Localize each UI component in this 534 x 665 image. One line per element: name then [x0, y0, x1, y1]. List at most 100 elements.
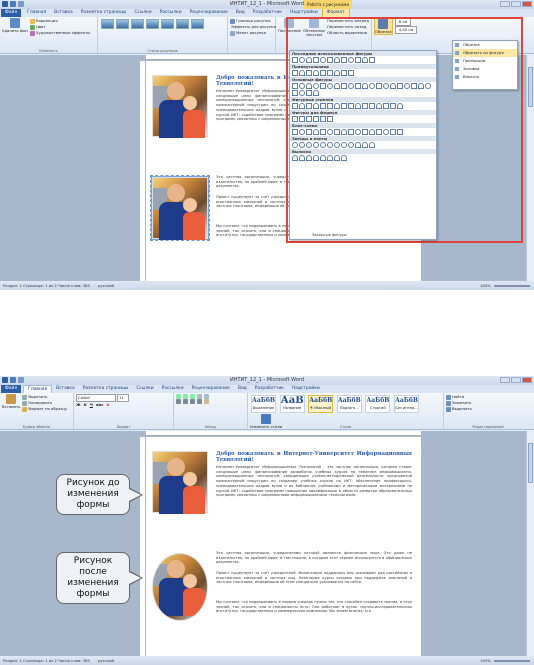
shape-item[interactable]	[306, 83, 312, 89]
shape-item[interactable]	[341, 142, 347, 148]
status-page-info[interactable]: Раздел: 1 Страница: 1 из 2 Число слов: 3…	[3, 281, 90, 290]
tab-home[interactable]: Главная	[23, 9, 50, 17]
shape-item[interactable]	[376, 103, 382, 109]
paragraph-3[interactable]: Проект существует за счет учредителей. Ф…	[216, 571, 412, 585]
shape-item[interactable]	[292, 103, 298, 109]
font-name-select[interactable]: Calibri	[76, 394, 116, 402]
shape-item[interactable]	[390, 129, 396, 135]
shape-item[interactable]	[299, 57, 305, 63]
shape-item[interactable]	[313, 90, 319, 96]
paragraph-2[interactable]: Эта частная организация, учредителями ко…	[216, 551, 412, 565]
style-thumb[interactable]	[101, 19, 114, 29]
tab-review[interactable]: Рецензирование	[186, 9, 232, 17]
zoom-control[interactable]: 100%	[480, 656, 530, 665]
document-heading[interactable]: Добро пожаловать в Интернет-Университет …	[216, 451, 412, 463]
shape-item[interactable]	[327, 142, 333, 148]
shape-item[interactable]	[334, 70, 340, 76]
maximize-icon[interactable]	[511, 1, 521, 7]
style-thumb[interactable]	[116, 19, 129, 29]
menu-item-crop[interactable]: Обрезка	[453, 41, 517, 49]
paragraph-1[interactable]: Интернет-Университет Информационных Техн…	[216, 465, 412, 498]
shape-item[interactable]	[383, 103, 389, 109]
shading-icon[interactable]	[204, 399, 209, 404]
shape-item[interactable]	[327, 116, 333, 122]
strike-icon[interactable]: abc	[96, 402, 104, 408]
shape-item[interactable]	[299, 116, 305, 122]
shape-item[interactable]	[397, 129, 403, 135]
shape-item[interactable]	[306, 103, 312, 109]
shape-item[interactable]	[313, 57, 319, 63]
style-item-no-spacing[interactable]: АаБбВвГгБез интер...	[393, 395, 419, 413]
shape-item[interactable]	[299, 129, 305, 135]
quick-access-toolbar[interactable]	[2, 377, 24, 383]
shape-item[interactable]	[320, 129, 326, 135]
shape-item[interactable]	[376, 129, 382, 135]
shape-item[interactable]	[425, 83, 431, 89]
shape-item[interactable]	[376, 83, 382, 89]
tab-page-layout[interactable]: Разметка страницы	[77, 9, 131, 17]
shape-item[interactable]	[299, 155, 305, 161]
shape-item[interactable]	[292, 116, 298, 122]
status-page-info[interactable]: Раздел: 1 Страница: 1 из 2 Число слов: 3…	[3, 656, 90, 665]
shape-item[interactable]	[292, 70, 298, 76]
tab-references[interactable]: Ссылки	[132, 385, 157, 393]
picture-styles-gallery[interactable]	[100, 18, 225, 32]
style-thumb[interactable]	[161, 19, 174, 29]
underline-icon[interactable]: Ч	[90, 402, 93, 408]
shape-item[interactable]	[341, 70, 347, 76]
shape-item[interactable]	[362, 142, 368, 148]
undo-icon[interactable]	[18, 1, 24, 7]
tab-developer[interactable]: Разработчик	[251, 385, 288, 393]
shape-item[interactable]	[292, 90, 298, 96]
paste-button[interactable]: Вставить	[2, 394, 20, 412]
tab-view[interactable]: Вид	[232, 9, 249, 17]
shape-item[interactable]	[313, 129, 319, 135]
picture-layout-button[interactable]: Макет рисунка	[230, 30, 273, 36]
picture-original[interactable]	[152, 75, 208, 138]
tab-view[interactable]: Вид	[234, 385, 251, 393]
scroll-thumb[interactable]	[528, 67, 533, 107]
tab-addins[interactable]: Надстройки	[286, 9, 322, 17]
close-icon[interactable]	[522, 1, 532, 7]
format-painter-button[interactable]: Формат по образцу	[22, 406, 67, 412]
style-item-subtitle[interactable]: АаБбВвГгПодзаго...	[336, 395, 362, 413]
save-icon[interactable]	[10, 377, 16, 383]
shape-item[interactable]	[327, 70, 333, 76]
horizontal-ruler[interactable]	[146, 431, 421, 436]
select-button[interactable]: Выделить	[446, 406, 530, 412]
shape-item[interactable]	[334, 103, 340, 109]
tab-references[interactable]: Ссылки	[130, 9, 155, 17]
style-item-title[interactable]: АаВ Название	[279, 395, 305, 413]
shape-item[interactable]	[299, 83, 305, 89]
shape-item[interactable]	[320, 57, 326, 63]
window-controls[interactable]	[500, 1, 532, 7]
shape-item[interactable]	[306, 70, 312, 76]
style-item-normal[interactable]: АаБбВвГг¶ Обычный	[308, 395, 334, 413]
shape-item[interactable]	[292, 142, 298, 148]
undo-icon[interactable]	[18, 377, 24, 383]
shape-item[interactable]	[306, 155, 312, 161]
picture-selected[interactable]	[150, 175, 210, 241]
vertical-scrollbar[interactable]	[526, 431, 534, 656]
minimize-icon[interactable]	[500, 377, 510, 383]
styles-gallery[interactable]: АаБбВвГгВыделение АаВНазвание АаБбВвГг¶ …	[250, 394, 441, 429]
shapes-gallery-dropdown[interactable]: Последние использованные фигуры Прямоуго…	[289, 50, 437, 240]
shape-item[interactable]	[369, 103, 375, 109]
justify-icon[interactable]	[197, 399, 202, 404]
tab-review[interactable]: Рецензирование	[188, 385, 234, 393]
font-color-icon[interactable]: A	[106, 402, 109, 408]
status-language[interactable]: русский	[98, 281, 114, 290]
shape-item[interactable]	[320, 155, 326, 161]
shape-item[interactable]	[397, 83, 403, 89]
shape-item[interactable]	[390, 83, 396, 89]
remove-background-button[interactable]: Удалить фон	[2, 18, 28, 36]
shape-item[interactable]	[320, 116, 326, 122]
shape-item[interactable]	[348, 70, 354, 76]
shape-item[interactable]	[313, 116, 319, 122]
shape-item[interactable]	[299, 90, 305, 96]
shape-item[interactable]	[341, 83, 347, 89]
tab-mailings[interactable]: Рассылки	[156, 9, 186, 17]
shape-item[interactable]	[348, 129, 354, 135]
tab-insert[interactable]: Вставка	[50, 9, 77, 17]
shape-item[interactable]	[348, 142, 354, 148]
